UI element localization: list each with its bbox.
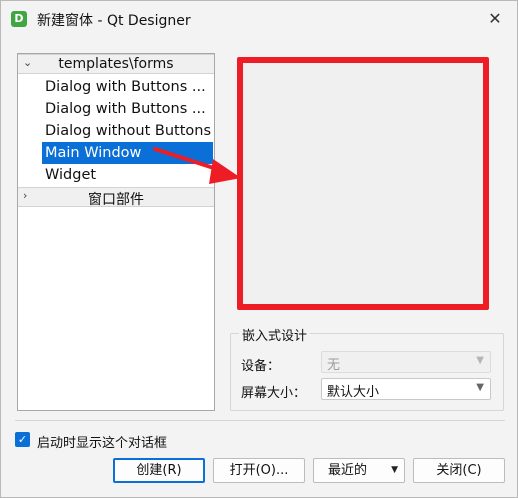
close-icon[interactable]: ✕ (483, 7, 507, 31)
form-preview-highlight (237, 57, 489, 310)
device-value: 无 (327, 358, 341, 373)
title-bar: D 新建窗体 - Qt Designer ✕ (1, 1, 517, 37)
tree-item-dialog-buttons-right[interactable]: Dialog with Buttons ... (42, 98, 213, 120)
category-templates-forms[interactable]: ⌄ templates\forms (18, 54, 214, 74)
show-dialog-label[interactable]: 启动时显示这个对话框 (37, 432, 167, 451)
new-form-dialog: D 新建窗体 - Qt Designer ✕ ⌄ templates\forms… (0, 0, 518, 498)
qt-designer-app-icon: D (11, 11, 27, 27)
recent-button-label: 最近的 (328, 463, 368, 478)
show-dialog-checkbox[interactable]: ✓ (15, 432, 30, 447)
template-tree[interactable]: ⌄ templates\forms Dialog with Buttons ..… (17, 53, 215, 411)
dropdown-arrow-icon: ▼ (391, 465, 398, 475)
screen-size-combo[interactable]: 默认大小 ▼ (321, 378, 491, 400)
category-label: templates\forms (58, 56, 174, 72)
window-title: 新建窗体 - Qt Designer (37, 13, 191, 29)
chevron-down-icon: ▼ (476, 355, 484, 366)
screen-size-label: 屏幕大小： (241, 386, 307, 401)
device-combo: 无 ▼ (321, 351, 491, 373)
annotation-arrow (153, 147, 241, 184)
open-button[interactable]: 打开(O)... (213, 458, 305, 483)
tree-item-dialog-buttons-bottom[interactable]: Dialog with Buttons ... (42, 76, 213, 98)
create-button[interactable]: 创建(R) (113, 458, 205, 483)
chevron-down-icon: ▼ (476, 382, 484, 393)
divider (15, 420, 505, 421)
close-button[interactable]: 关闭(C) (413, 458, 505, 483)
tree-item-dialog-without-buttons[interactable]: Dialog without Buttons (42, 120, 213, 142)
recent-button[interactable]: 最近的 ▼ (313, 458, 405, 483)
device-label: 设备： (241, 359, 281, 374)
screen-size-value: 默认大小 (327, 385, 380, 400)
embedded-design-title: 嵌入式设计 (239, 325, 311, 344)
